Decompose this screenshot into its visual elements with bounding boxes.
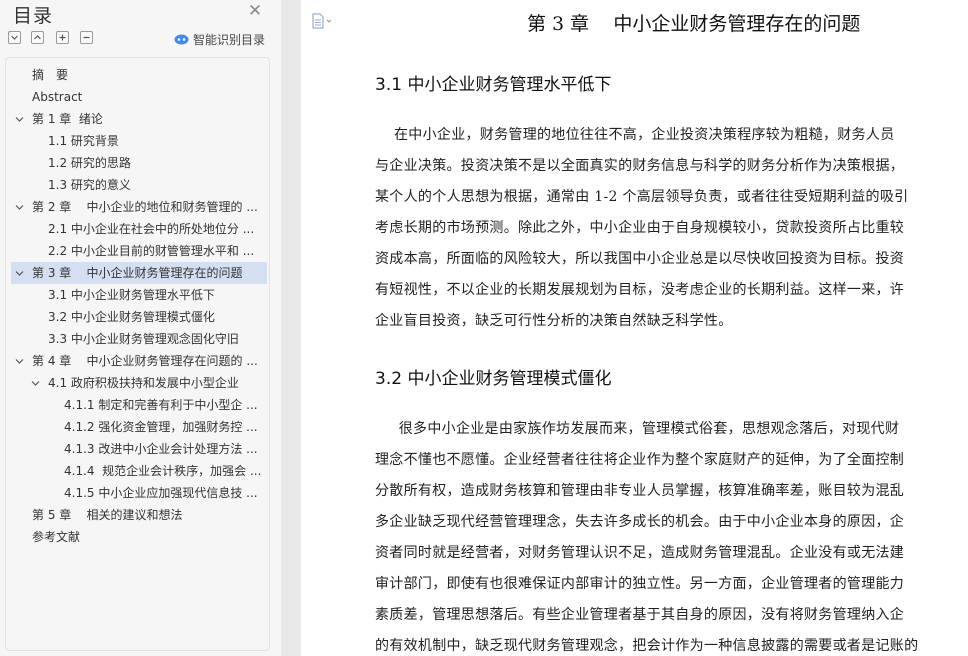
page-layout-icon[interactable]	[311, 13, 333, 29]
toc-header: 目录 ✕ 智能识别目录	[0, 0, 281, 56]
toc-item[interactable]: 摘 要	[11, 64, 267, 86]
paragraph-line: 素质差，管理思想落后。有些企业管理者基于其自身的原因，没有将财务管理纳入企	[375, 607, 905, 623]
paragraph-line: 与企业决策。投资决策不是以全面真实的财务信息与科学的财务分析作为决策根据，	[375, 158, 905, 174]
toc-item[interactable]: 4.1.5 中小企业应加强现代信息技 ...	[11, 482, 267, 504]
toc-item-label: 4.1.3 改进中小企业会计处理方法 ...	[64, 442, 258, 456]
paragraph-line: 有短视性，不以企业的长期发展规划为目标，没考虑企业的长期利益。这样一来，许	[375, 282, 905, 298]
paragraph-line: 企业盲目投资，缺乏可行性分析的决策自然缺乏科学性。	[375, 313, 733, 329]
toc-item-label: 1.3 研究的意义	[48, 178, 131, 192]
expand-all-button[interactable]	[31, 31, 44, 44]
toc-item-label: 参考文献	[32, 530, 81, 544]
toc-item[interactable]: 第 5 章 相关的建议和想法	[11, 504, 267, 526]
toc-item[interactable]: 3.1 中小企业财务管理水平低下	[11, 284, 267, 306]
chapter-heading: 第 3 章 中小企业财务管理存在的问题	[527, 13, 861, 35]
paragraph-line: 资成本高，所面临的风险较大，所以我国中小企业总是以尽快收回投资为目标。投资	[375, 251, 905, 267]
toc-item[interactable]: Abstract	[11, 86, 267, 108]
chevron-up-icon	[34, 35, 41, 40]
add-level-button[interactable]	[56, 31, 69, 44]
section-heading: 3.1 中小企业财务管理水平低下	[375, 75, 612, 95]
toc-list: 摘 要 Abstract 第 1 章 绪论 1.1 研究背景 1.2 研究的思路 1.3 …	[5, 57, 270, 651]
toc-item-label: 第 5 章 相关的建议和想法	[32, 508, 183, 522]
chevron-down-icon	[11, 35, 18, 40]
toc-item-label: 摘 要	[32, 68, 69, 82]
paragraph-line: 的有效机制中，缺乏现代财务管理观念，把会计作为一种信息披露的需要或者是记账的	[375, 638, 919, 654]
toc-item[interactable]: 1.3 研究的意义	[11, 174, 267, 196]
toc-item-label: 2.1 中小企业在社会中的所处地位分 ...	[48, 222, 255, 236]
smart-toc-button[interactable]: 智能识别目录	[174, 31, 265, 47]
paragraph-line: 考虑长期的市场预测。除此之外，中小企业由于自身规模较小，贷款投资所占比重较	[375, 220, 905, 236]
toc-panel: 目录 ✕ 智能识别目录 摘 要 Abstract 第 1 章 绪论 1.1 研究背景 1…	[0, 0, 281, 656]
paragraph-line: 某个人的个人思想为根据，通常由 1-2 个高层领导负责，或者往往受短期利益的吸引	[375, 189, 909, 205]
paragraph-line: 审计部门，即使有也很难保证内部审计的独立性。另一方面，企业管理者的管理能力	[375, 576, 905, 592]
document-area: 第 3 章 中小企业财务管理存在的问题 3.1 中小企业财务管理水平低下 在中小…	[281, 0, 968, 656]
toc-title: 目录	[13, 5, 54, 27]
toc-item-label: 2.2 中小企业目前的财管管理水平和 ...	[48, 244, 255, 258]
chevron-down-icon[interactable]	[15, 357, 24, 366]
toc-item[interactable]: 第 3 章 中小企业财务管理存在的问题	[11, 262, 267, 284]
chevron-down-icon[interactable]	[15, 269, 24, 278]
remove-level-button[interactable]	[80, 31, 93, 44]
paragraph-line: 理念不懂也不愿懂。企业经营者往往将企业作为整个家庭财产的延伸，为了全面控制	[375, 452, 905, 468]
minus-icon	[83, 36, 90, 39]
toc-item-label: 第 1 章 绪论	[32, 112, 103, 126]
toc-item-label: 3.3 中小企业财务管理观念固化守旧	[48, 332, 239, 346]
paragraph-line: 在中小企业，财务管理的地位往往不高，企业投资决策程序较为粗糙，财务人员	[375, 127, 895, 143]
chevron-down-icon[interactable]	[31, 379, 40, 388]
toc-item[interactable]: 参考文献	[11, 526, 267, 548]
toc-item[interactable]: 第 2 章 中小企业的地位和财务管理的 ...	[11, 196, 267, 218]
toc-item-label: 第 3 章 中小企业财务管理存在的问题	[32, 266, 243, 280]
toc-item-label: 1.2 研究的思路	[48, 156, 131, 170]
toc-item-label: 4.1.1 制定和完善有利于中小型企 ...	[64, 398, 258, 412]
collapse-all-button[interactable]	[8, 31, 21, 44]
toc-item-label: 第 4 章 中小企业财务管理存在问题的 ...	[32, 354, 258, 368]
chevron-down-icon[interactable]	[15, 203, 24, 212]
toc-item[interactable]: 4.1.4 规范企业会计秩序，加强会 ...	[11, 460, 267, 482]
paragraph-line: 很多中小企业是由家族作坊发展而来，管理模式俗套，思想观念落后，对现代财	[375, 421, 900, 437]
toc-item[interactable]: 3.2 中小企业财务管理模式僵化	[11, 306, 267, 328]
toc-item[interactable]: 第 4 章 中小企业财务管理存在问题的 ...	[11, 350, 267, 372]
close-icon[interactable]: ✕	[247, 3, 263, 20]
chevron-down-icon[interactable]	[15, 115, 24, 124]
section-heading: 3.2 中小企业财务管理模式僵化	[375, 369, 612, 389]
toc-item[interactable]: 1.2 研究的思路	[11, 152, 267, 174]
toc-item[interactable]: 第 1 章 绪论	[11, 108, 267, 130]
toc-item-label: 4.1.4 规范企业会计秩序，加强会 ...	[64, 464, 262, 478]
document-page: 第 3 章 中小企业财务管理存在的问题 3.1 中小企业财务管理水平低下 在中小…	[301, 0, 968, 656]
paragraph-line: 多企业缺乏现代经营管理理念，失去许多成长的机会。由于中小企业本身的原因，企	[375, 514, 905, 530]
plus-icon	[59, 34, 66, 41]
toc-item[interactable]: 4.1 政府积极扶持和发展中小型企业	[11, 372, 267, 394]
toc-item[interactable]: 4.1.3 改进中小企业会计处理方法 ...	[11, 438, 267, 460]
toc-item[interactable]: 3.3 中小企业财务管理观念固化守旧	[11, 328, 267, 350]
toc-item[interactable]: 2.2 中小企业目前的财管管理水平和 ...	[11, 240, 267, 262]
toc-item-label: 第 2 章 中小企业的地位和财务管理的 ...	[32, 200, 258, 214]
toc-item-label: 1.1 研究背景	[48, 134, 119, 148]
paragraph-line: 资者同时就是经营者，对财务管理认识不足，造成财务管理混乱。企业没有或无法建	[375, 545, 905, 561]
toc-item-label: 3.1 中小企业财务管理水平低下	[48, 288, 215, 302]
toc-item-label: 4.1 政府积极扶持和发展中小型企业	[48, 376, 239, 390]
toc-item[interactable]: 4.1.1 制定和完善有利于中小型企 ...	[11, 394, 267, 416]
toc-item-label: 4.1.5 中小企业应加强现代信息技 ...	[64, 486, 258, 500]
toc-item-label: 3.2 中小企业财务管理模式僵化	[48, 310, 215, 324]
cloud-ai-icon	[174, 34, 189, 45]
toc-item[interactable]: 2.1 中小企业在社会中的所处地位分 ...	[11, 218, 267, 240]
toc-item-label: Abstract	[32, 90, 83, 104]
smart-toc-label: 智能识别目录	[193, 32, 266, 47]
toc-item[interactable]: 4.1.2 强化资金管理，加强财务控 ...	[11, 416, 267, 438]
paragraph-line: 分散所有权，造成财务核算和管理由非专业人员掌握，核算准确率差，账目较为混乱	[375, 483, 905, 499]
toc-item-label: 4.1.2 强化资金管理，加强财务控 ...	[64, 420, 258, 434]
toc-item[interactable]: 1.1 研究背景	[11, 130, 267, 152]
